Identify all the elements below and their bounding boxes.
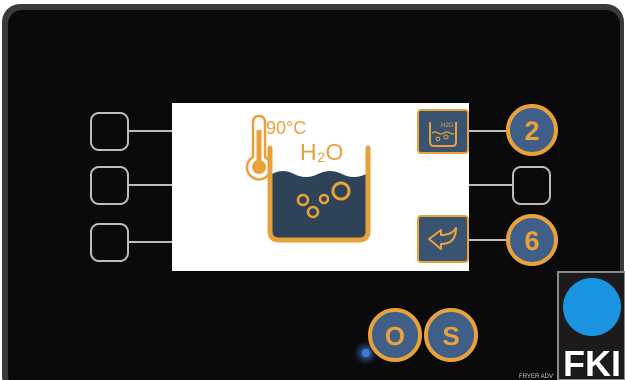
panel-drawing: H2O 2 6 O S FKI FRYER ADV 90°C H₂O [2, 4, 625, 380]
fki-logo: FKI [557, 271, 625, 380]
on-off-label: O [385, 321, 405, 351]
softkey-left-2[interactable] [90, 166, 129, 205]
callout-6-label: 6 [524, 226, 539, 256]
softkey-left-3[interactable] [90, 223, 129, 262]
on-off-button[interactable]: O [368, 308, 422, 362]
liquid-label: H₂O [300, 139, 343, 165]
softkey-left-1[interactable] [90, 112, 129, 151]
s-button[interactable]: S [424, 308, 478, 362]
back-arrow-icon[interactable] [417, 215, 469, 263]
water-bath-icon[interactable]: H2O [417, 109, 469, 154]
logo-text: FKI [563, 343, 621, 380]
s-label: S [442, 321, 459, 351]
model-label: FRYER ADV [519, 374, 553, 380]
logo-blue-circle [563, 278, 621, 336]
status-led-core [362, 349, 370, 357]
callout-2: 2 [506, 104, 558, 156]
controller-panel: H2O 2 6 O S FKI FRYER ADV 90°C H₂O [0, 0, 625, 380]
mini-h2o-label: H2O [441, 123, 454, 129]
callout-2-label: 2 [524, 116, 539, 146]
temperature-readout: 90°C [266, 118, 306, 138]
callout-6: 6 [506, 214, 558, 266]
softkey-right-2[interactable] [512, 166, 551, 205]
